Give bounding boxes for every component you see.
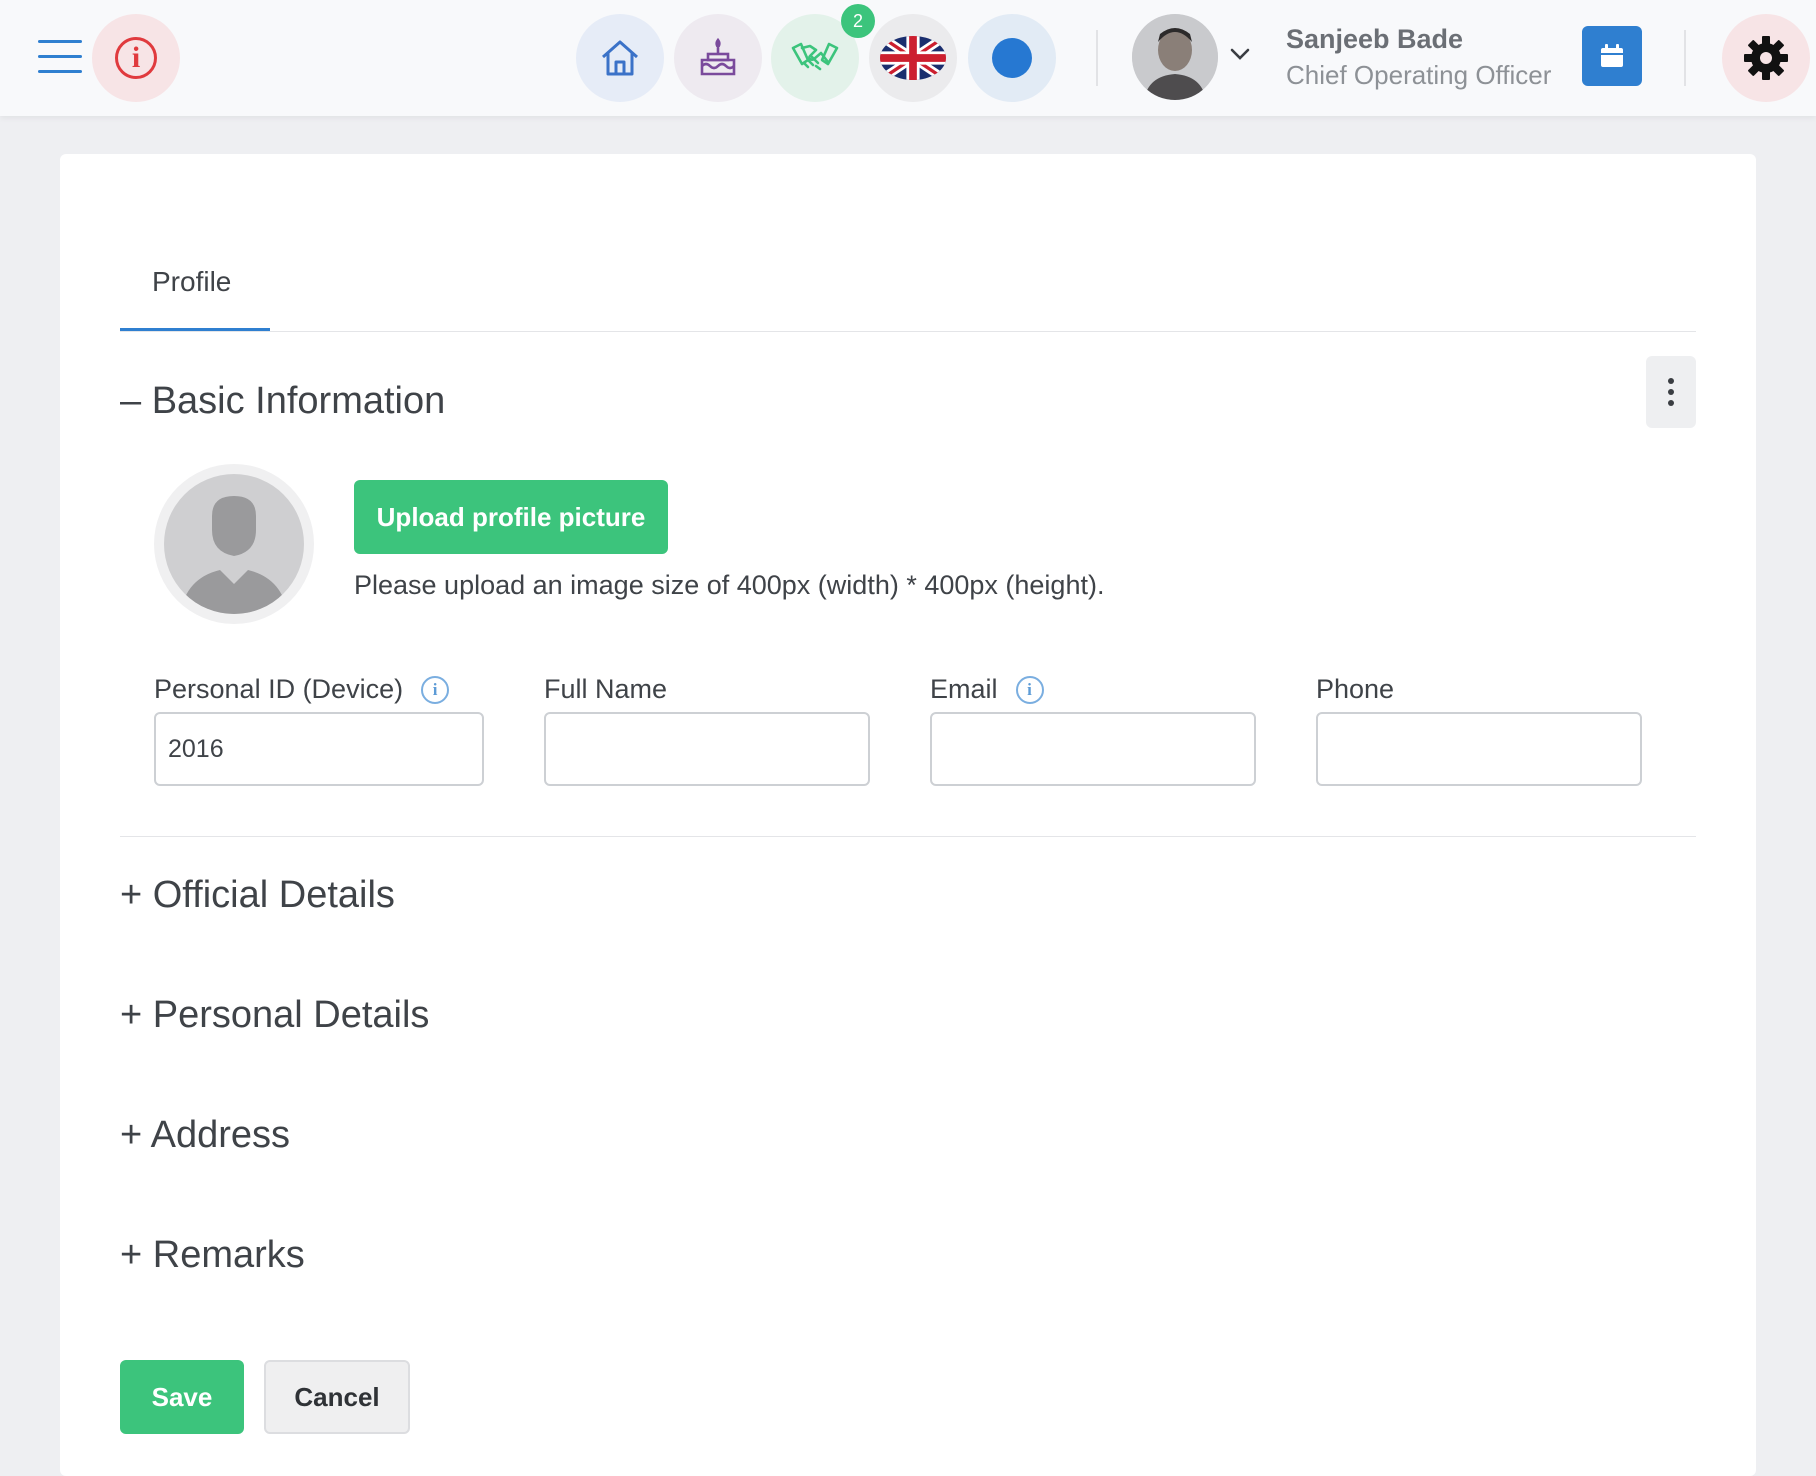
status-button[interactable]: [968, 14, 1056, 102]
top-bar: i 2 Sanjeeb Bade Chief Operating Officer: [0, 0, 1816, 116]
upload-profile-picture-button[interactable]: Upload profile picture: [354, 480, 668, 554]
gear-icon: [1744, 36, 1788, 80]
info-icon: i: [115, 37, 157, 79]
info-icon[interactable]: i: [421, 675, 450, 704]
birthday-button[interactable]: [674, 14, 762, 102]
full-name-label-text: Full Name: [544, 674, 668, 704]
email-label-text: Email: [930, 674, 998, 704]
kebab-dot: [1668, 389, 1674, 395]
header-divider: [1684, 30, 1686, 86]
personal-id-label-text: Personal ID (Device): [154, 674, 404, 704]
full-name-label: Full Name: [544, 674, 667, 705]
section-official-details[interactable]: + Official Details: [120, 874, 395, 917]
chevron-down-icon[interactable]: [1228, 44, 1252, 64]
language-button[interactable]: [869, 14, 957, 102]
tab-divider: [120, 331, 1696, 332]
section-remarks[interactable]: + Remarks: [120, 1234, 305, 1277]
handshake-icon: [791, 42, 839, 71]
kebab-dot: [1668, 400, 1674, 406]
full-name-input[interactable]: [544, 712, 870, 786]
user-name: Sanjeeb Bade: [1286, 24, 1464, 54]
phone-label: Phone: [1316, 674, 1394, 705]
personal-id-input[interactable]: [154, 712, 484, 786]
kebab-dot: [1668, 378, 1674, 384]
home-button[interactable]: [576, 14, 664, 102]
section-address[interactable]: + Address: [120, 1114, 290, 1157]
more-options-button[interactable]: [1646, 356, 1696, 428]
email-label: Email i: [930, 674, 1044, 705]
user-placeholder-icon: [180, 496, 288, 614]
uk-flag-icon: [880, 36, 946, 80]
personal-id-label: Personal ID (Device) i: [154, 674, 450, 705]
section-personal-details[interactable]: + Personal Details: [120, 994, 429, 1037]
notification-badge: 2: [841, 4, 875, 38]
user-avatar[interactable]: [1132, 14, 1218, 100]
info-icon[interactable]: i: [1015, 675, 1044, 704]
profile-picture: [154, 464, 314, 624]
tab-profile[interactable]: Profile: [152, 266, 231, 298]
phone-label-text: Phone: [1316, 674, 1395, 704]
status-dot-icon: [992, 38, 1032, 78]
section-divider: [120, 836, 1696, 837]
cancel-button[interactable]: Cancel: [264, 1360, 410, 1434]
header-divider: [1096, 30, 1098, 86]
calendar-icon: [1601, 44, 1623, 67]
phone-input[interactable]: [1316, 712, 1642, 786]
user-role: Chief Operating Officer: [1286, 60, 1552, 90]
email-input[interactable]: [930, 712, 1256, 786]
profile-card: Profile – Basic Information Upload profi…: [60, 154, 1756, 1476]
section-basic-information[interactable]: – Basic Information: [120, 380, 445, 423]
calendar-button[interactable]: [1582, 26, 1642, 86]
menu-icon[interactable]: [38, 40, 82, 76]
info-button[interactable]: i: [92, 14, 180, 102]
birthday-cake-icon: [700, 37, 736, 76]
upload-hint: Please upload an image size of 400px (wi…: [354, 570, 1105, 600]
save-button[interactable]: Save: [120, 1360, 244, 1434]
settings-button[interactable]: [1722, 14, 1810, 102]
home-icon: [602, 40, 638, 76]
